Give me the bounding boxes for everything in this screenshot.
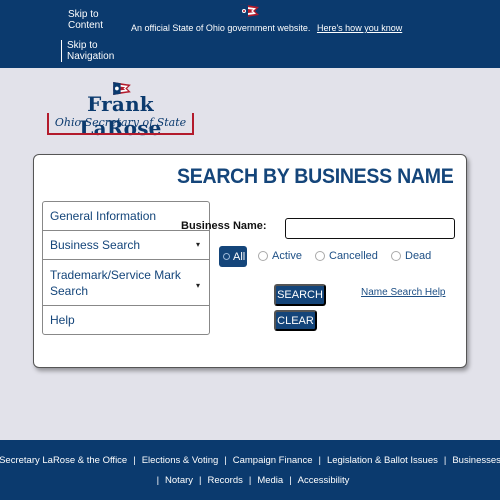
- footer-link-office[interactable]: Secretary LaRose & the Office: [0, 455, 127, 466]
- footer-divider: |: [248, 475, 252, 486]
- skip-to-content-link[interactable]: Skip to Content: [68, 9, 104, 31]
- how-you-know-link[interactable]: Here's how you know: [317, 23, 402, 33]
- secretary-of-state-logo[interactable]: Frank LaRose Ohio Secretary of State: [47, 82, 194, 140]
- name-search-help-link[interactable]: Name Search Help: [361, 287, 445, 298]
- status-radio-dead[interactable]: Dead: [391, 250, 431, 262]
- radio-label: Cancelled: [329, 250, 378, 262]
- radio-selected-icon: [223, 253, 230, 260]
- page-title: SEARCH BY BUSINESS NAME: [177, 165, 454, 188]
- radio-label: All: [233, 250, 246, 263]
- sidebar-item-trademark-search[interactable]: Trademark/Service Mark Search ▾: [43, 260, 209, 306]
- footer-link-businesses[interactable]: Businesses: [452, 455, 500, 466]
- footer-divider: |: [289, 475, 292, 486]
- footer-divider: |: [156, 475, 160, 486]
- footer-divider: |: [133, 455, 136, 466]
- skip-to-navigation-label: Skip to Navigation: [67, 40, 115, 62]
- business-name-label: Business Name:: [181, 220, 267, 232]
- footer-divider: |: [318, 455, 321, 466]
- footer-links-row-1: Secretary LaRose & the Office | Election…: [0, 455, 500, 466]
- footer-link-elections[interactable]: Elections & Voting: [142, 455, 219, 466]
- status-radio-all[interactable]: All: [219, 246, 247, 267]
- radio-circle-icon: [315, 251, 325, 261]
- site-footer: Secretary LaRose & the Office | Election…: [0, 440, 500, 500]
- footer-links-row-2: | Notary | Records | Media | Accessibili…: [0, 475, 500, 486]
- footer-link-campaign-finance[interactable]: Campaign Finance: [233, 455, 313, 466]
- ohio-flag-icon: [240, 4, 259, 18]
- footer-link-accessibility[interactable]: Accessibility: [298, 475, 350, 486]
- status-radio-active[interactable]: Active: [258, 250, 302, 262]
- radio-label: Dead: [405, 250, 432, 262]
- chevron-down-icon: ▾: [195, 240, 200, 249]
- sidebar-item-label: Business Search: [50, 238, 141, 252]
- sidebar-item-label: General Information: [50, 209, 157, 223]
- sidebar-item-label: Trademark/Service Mark Search: [50, 267, 181, 298]
- footer-link-records[interactable]: Records: [207, 475, 242, 486]
- skip-to-navigation-link[interactable]: Skip to Navigation: [61, 40, 115, 62]
- sidebar-item-business-search[interactable]: Business Search ▾: [43, 231, 209, 260]
- footer-divider: |: [224, 455, 227, 466]
- footer-link-media[interactable]: Media: [257, 475, 283, 486]
- chevron-down-icon: ▾: [195, 280, 200, 290]
- footer-divider: |: [443, 455, 447, 466]
- official-site-notice: An official State of Ohio government web…: [131, 23, 402, 33]
- skip-to-content-label: Skip to Content: [68, 9, 104, 31]
- radio-circle-icon: [258, 251, 268, 261]
- sidebar-item-help[interactable]: Help: [43, 306, 209, 334]
- footer-divider: |: [199, 475, 202, 486]
- sidebar-item-label: Help: [50, 313, 75, 327]
- status-radio-cancelled[interactable]: Cancelled: [315, 250, 378, 262]
- footer-link-notary[interactable]: Notary: [165, 475, 193, 486]
- radio-circle-icon: [391, 251, 401, 261]
- clear-button[interactable]: CLEAR: [274, 310, 317, 331]
- logo-subtitle: Ohio Secretary of State: [54, 116, 187, 129]
- search-button[interactable]: SEARCH: [274, 284, 326, 306]
- footer-link-legislation[interactable]: Legislation & Ballot Issues: [327, 455, 438, 466]
- business-name-input[interactable]: [285, 218, 455, 239]
- top-banner: Skip to Content Skip to Navigation An of…: [0, 0, 500, 68]
- radio-label: Active: [272, 250, 302, 262]
- official-site-text: An official State of Ohio government web…: [131, 23, 311, 33]
